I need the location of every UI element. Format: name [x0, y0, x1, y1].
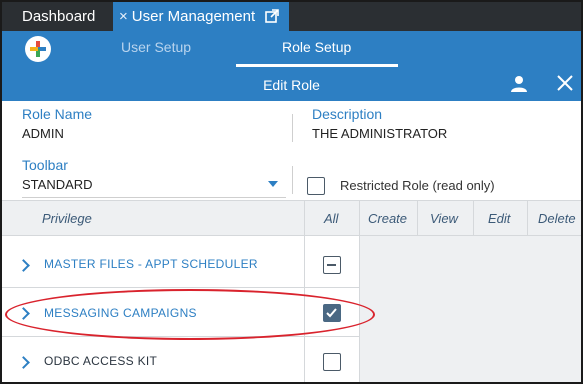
privilege-grid-header: Privilege All Create View Edit Delete	[2, 200, 581, 237]
app-header: User Setup Role Setup Edit Role	[2, 31, 581, 101]
column-divider	[473, 201, 474, 237]
page-title: Edit Role	[263, 77, 320, 93]
row-divider	[2, 287, 359, 288]
toolbar-label: Toolbar	[22, 157, 68, 173]
role-name-field[interactable]: ADMIN	[22, 126, 64, 141]
column-divider	[304, 201, 305, 237]
row-label-master-files[interactable]: MASTER FILES - APPT SCHEDULER	[44, 257, 258, 271]
tab-role-setup[interactable]: Role Setup	[282, 39, 351, 55]
highlight-annotation	[5, 289, 375, 340]
field-divider	[292, 114, 293, 142]
column-divider	[527, 201, 528, 237]
header-create[interactable]: Create	[368, 211, 407, 226]
window-frame: Dashboard × User Management User Setup Ro…	[0, 0, 583, 384]
row-all-checkbox[interactable]	[323, 353, 341, 371]
row-label-odbc-access-kit[interactable]: ODBC ACCESS KIT	[44, 354, 157, 368]
toolbar-select-underline	[22, 197, 286, 198]
tab-close-icon[interactable]: ×	[119, 8, 128, 25]
role-name-label: Role Name	[22, 106, 93, 122]
tab-user-setup[interactable]: User Setup	[121, 39, 191, 55]
header-edit[interactable]: Edit	[488, 211, 510, 226]
column-divider	[359, 201, 360, 237]
tab-strip: Dashboard × User Management	[2, 2, 581, 31]
header-delete[interactable]: Delete	[538, 211, 576, 226]
header-all[interactable]: All	[324, 211, 338, 226]
restricted-role-checkbox[interactable]	[307, 177, 325, 195]
external-link-icon[interactable]	[265, 9, 279, 23]
active-tab-indicator	[236, 64, 398, 67]
header-view[interactable]: View	[430, 211, 458, 226]
row-all-checkbox[interactable]	[323, 256, 341, 274]
column-divider	[417, 201, 418, 237]
header-privilege[interactable]: Privilege	[42, 211, 92, 226]
restricted-role-label: Restricted Role (read only)	[340, 178, 495, 193]
tab-dashboard[interactable]: Dashboard	[22, 2, 95, 31]
user-icon[interactable]	[510, 75, 528, 93]
description-label: Description	[312, 106, 383, 122]
field-divider	[292, 166, 293, 194]
tab-user-management[interactable]: × User Management	[113, 2, 289, 31]
toolbar-select[interactable]: STANDARD	[22, 177, 93, 192]
dropdown-caret-icon[interactable]	[268, 181, 278, 187]
tab-user-management-label: User Management	[131, 8, 256, 25]
close-icon[interactable]	[555, 73, 575, 93]
description-field[interactable]: THE ADMINISTRATOR	[312, 126, 447, 141]
plus-logo-icon[interactable]	[25, 36, 51, 62]
